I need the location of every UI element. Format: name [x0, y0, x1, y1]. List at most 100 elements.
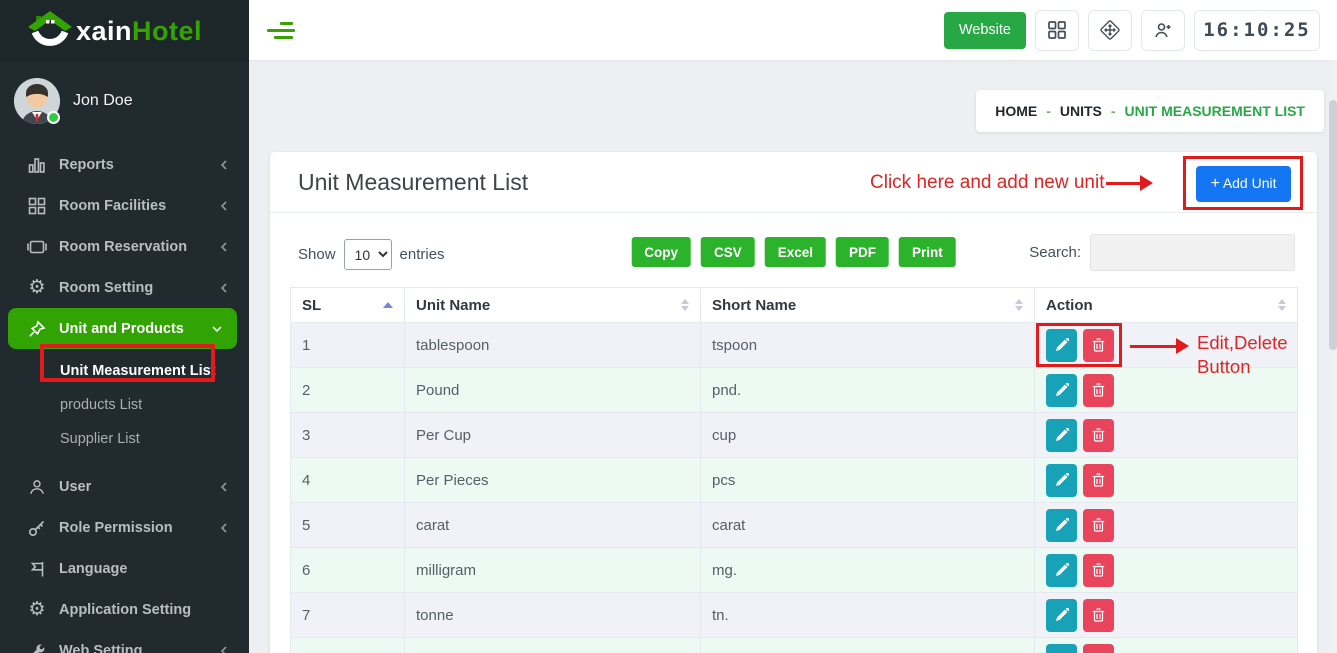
- add-user-button[interactable]: [1141, 10, 1185, 51]
- user-name: Jon Doe: [73, 92, 133, 110]
- search-control: Search:: [1029, 234, 1295, 271]
- breadcrumb-home[interactable]: HOME: [995, 103, 1037, 119]
- chevron-left-icon: [219, 241, 229, 253]
- sidebar-item-label: Reports: [59, 157, 114, 173]
- app-window: xainHotel Jon Doe: [0, 0, 1337, 653]
- website-button[interactable]: Website: [944, 12, 1026, 49]
- edit-button[interactable]: [1046, 554, 1077, 587]
- page-title: Unit Measurement List: [298, 169, 528, 196]
- breadcrumb-units[interactable]: UNITS: [1060, 103, 1102, 119]
- table-row-partial: [291, 638, 1298, 653]
- excel-button[interactable]: Excel: [765, 237, 826, 267]
- wrench-icon: [26, 643, 48, 653]
- sort-icon: [1015, 299, 1023, 311]
- table-row: 3 Per Cup cup: [291, 413, 1298, 458]
- header-unit-name[interactable]: Unit Name: [405, 288, 701, 323]
- sidebar-item-reports[interactable]: Reports: [0, 144, 249, 185]
- menu-toggle-button[interactable]: [267, 22, 297, 39]
- sidebar-item-room-facilities[interactable]: Room Facilities: [0, 185, 249, 226]
- pin-icon: [26, 320, 48, 338]
- card-header: Unit Measurement List +Add Unit: [270, 152, 1317, 213]
- header-sl[interactable]: SL: [291, 288, 405, 323]
- sidebar-item-label: Room Setting: [59, 280, 153, 296]
- sidebar-item-room-setting[interactable]: ⚙ Room Setting: [0, 267, 249, 308]
- sidebar-item-room-reservation[interactable]: Room Reservation: [0, 226, 249, 267]
- pencil-icon: [1055, 473, 1069, 487]
- sidebar-item-label: Language: [59, 561, 127, 577]
- table-header-row: SL Unit Name Short Name Action: [291, 288, 1298, 323]
- chevron-down-icon: [211, 324, 223, 334]
- search-label: Search:: [1029, 244, 1081, 261]
- header-short-name[interactable]: Short Name: [701, 288, 1035, 323]
- sidebar: xainHotel Jon Doe: [0, 0, 249, 653]
- table-row: 4 Per Pieces pcs: [291, 458, 1298, 503]
- delete-button[interactable]: [1083, 419, 1114, 452]
- delete-button[interactable]: [1083, 554, 1114, 587]
- unit-products-submenu: Unit Measurement List products List Supp…: [0, 349, 249, 466]
- trash-icon: [1092, 473, 1105, 487]
- sidebar-item-unit-and-products[interactable]: Unit and Products: [8, 308, 237, 349]
- delete-button[interactable]: [1083, 374, 1114, 407]
- pdf-button[interactable]: PDF: [836, 237, 889, 267]
- sidebar-item-label: Room Reservation: [59, 239, 187, 255]
- chevron-left-icon: [219, 522, 229, 534]
- table-row: 2 Pound pnd.: [291, 368, 1298, 413]
- brand-logo[interactable]: xainHotel: [0, 0, 249, 62]
- table-row: 5 carat carat: [291, 503, 1298, 548]
- delete-button[interactable]: [1083, 329, 1114, 362]
- table-row: 1 tablespoon tspoon: [291, 323, 1298, 368]
- edit-button[interactable]: [1046, 644, 1077, 653]
- sidebar-subitem-unit-measurement-list[interactable]: Unit Measurement List: [0, 354, 249, 388]
- trash-icon: [1092, 563, 1105, 577]
- chevron-left-icon: [219, 159, 229, 171]
- sidebar-subitem-supplier-list[interactable]: Supplier List: [0, 422, 249, 456]
- tablet-icon: [26, 238, 48, 256]
- key-icon: [26, 519, 48, 537]
- apps-grid-button[interactable]: [1035, 10, 1079, 51]
- breadcrumb: HOME - UNITS - UNIT MEASUREMENT LIST: [976, 90, 1324, 132]
- chevron-left-icon: [219, 645, 229, 653]
- delete-button[interactable]: [1083, 599, 1114, 632]
- sidebar-subitem-products-list[interactable]: products List: [0, 388, 249, 422]
- sidebar-item-web-setting[interactable]: Web Setting: [0, 630, 249, 653]
- pencil-icon: [1055, 338, 1069, 352]
- add-user-icon: [1153, 20, 1173, 40]
- unit-measurement-card: Unit Measurement List +Add Unit Show 10 …: [270, 152, 1317, 653]
- sidebar-item-role-permission[interactable]: Role Permission: [0, 507, 249, 548]
- trash-icon: [1092, 383, 1105, 397]
- sidebar-item-language[interactable]: Language: [0, 548, 249, 589]
- sidebar-item-user[interactable]: User: [0, 466, 249, 507]
- trash-icon: [1092, 338, 1105, 352]
- sidebar-item-label: Role Permission: [59, 520, 173, 536]
- table-row: 7 tonne tn.: [291, 593, 1298, 638]
- sidebar-item-application-setting[interactable]: ⚙ Application Setting: [0, 589, 249, 630]
- bar-chart-icon: [26, 156, 48, 174]
- edit-button[interactable]: [1046, 464, 1077, 497]
- delete-button[interactable]: [1083, 644, 1114, 653]
- edit-button[interactable]: [1046, 599, 1077, 632]
- apps-grid-icon: [1047, 20, 1067, 40]
- add-unit-button[interactable]: +Add Unit: [1196, 166, 1291, 202]
- edit-button[interactable]: [1046, 419, 1077, 452]
- header-action[interactable]: Action: [1035, 288, 1298, 323]
- vertical-scrollbar[interactable]: [1329, 60, 1337, 653]
- delete-button[interactable]: [1083, 509, 1114, 542]
- print-button[interactable]: Print: [899, 237, 956, 267]
- edit-button[interactable]: [1046, 329, 1077, 362]
- csv-button[interactable]: CSV: [701, 237, 755, 267]
- edit-button[interactable]: [1046, 374, 1077, 407]
- chevron-left-icon: [219, 282, 229, 294]
- page-size-select[interactable]: 10: [344, 239, 392, 270]
- search-input[interactable]: [1090, 234, 1295, 271]
- move-diamond-button[interactable]: [1088, 10, 1132, 51]
- gear-icon: ⚙: [26, 278, 48, 297]
- edit-button[interactable]: [1046, 509, 1077, 542]
- delete-button[interactable]: [1083, 464, 1114, 497]
- breadcrumb-current: UNIT MEASUREMENT LIST: [1125, 103, 1305, 119]
- avatar[interactable]: [14, 78, 60, 124]
- copy-button[interactable]: Copy: [631, 237, 691, 267]
- scrollbar-thumb[interactable]: [1329, 100, 1337, 350]
- sidebar-item-label: Web Setting: [59, 643, 143, 653]
- export-buttons: Copy CSV Excel PDF Print: [631, 237, 956, 267]
- sidebar-menu: Reports Room Facilities Room Reservation…: [0, 138, 249, 653]
